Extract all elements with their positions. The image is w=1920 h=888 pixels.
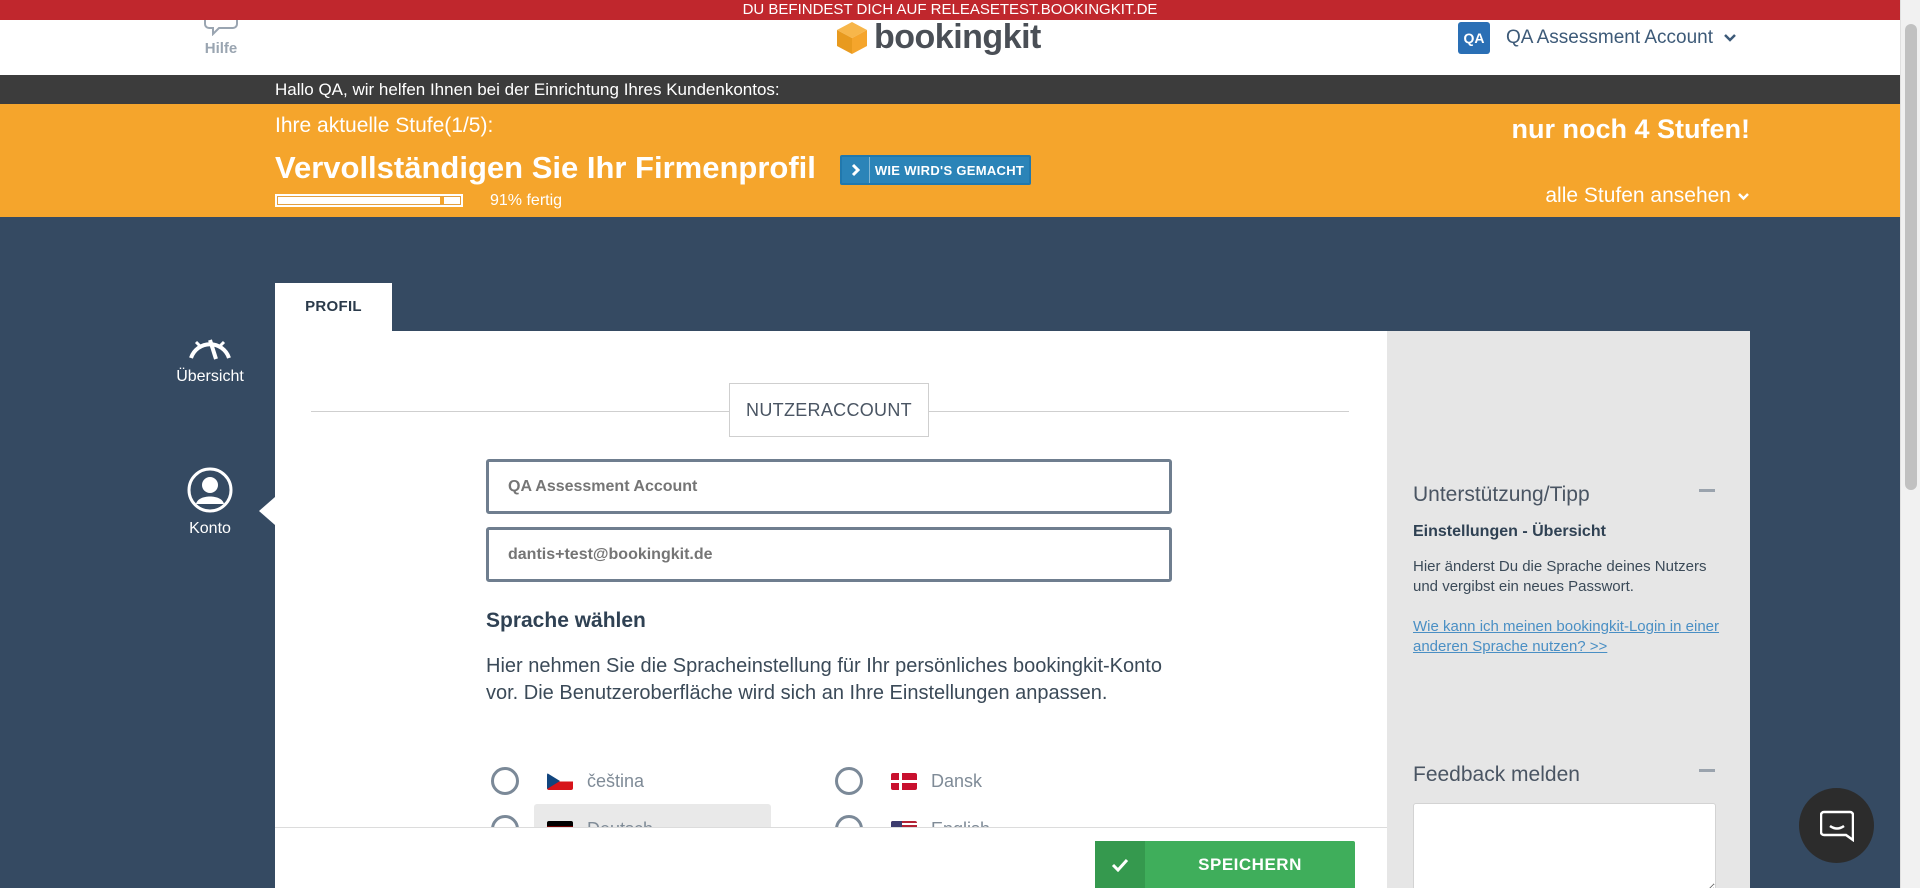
- user-circle-icon: [187, 467, 233, 513]
- progress-text: 91% fertig: [490, 192, 563, 209]
- section-title: NUTZERACCOUNT: [729, 383, 929, 437]
- speedometer-icon: [189, 339, 231, 360]
- chat-launcher-button[interactable]: [1799, 788, 1874, 863]
- cz-flag-icon: [547, 772, 573, 790]
- page-scrollbar[interactable]: [1900, 0, 1920, 888]
- help-label: Hilfe: [204, 40, 238, 57]
- feedback-title: Feedback melden: [1413, 763, 1580, 786]
- dk-flag-icon: [891, 772, 917, 790]
- tab-profile[interactable]: PROFIL: [275, 283, 392, 331]
- language-label: Dansk: [931, 770, 983, 791]
- onboarding-banner: Ihre aktuelle Stufe(1/5): Vervollständig…: [0, 104, 1900, 217]
- support-subtitle: Einstellungen - Übersicht: [1413, 523, 1606, 540]
- checkmark-icon: [1095, 841, 1145, 888]
- collapse-icon[interactable]: [1699, 489, 1715, 492]
- welcome-strip: Hallo QA, wir helfen Ihnen bei der Einri…: [0, 75, 1900, 104]
- stage-label: Ihre aktuelle Stufe(1/5):: [275, 114, 494, 137]
- progress-bar: [275, 194, 463, 207]
- language-heading: Sprache wählen: [486, 609, 646, 632]
- language-option-da[interactable]: Dansk: [835, 767, 982, 795]
- sidebar-item-overview[interactable]: Übersicht: [165, 328, 255, 386]
- chevron-down-icon: [1738, 192, 1749, 200]
- all-stages-link[interactable]: alle Stufen ansehen: [1545, 184, 1750, 208]
- sidebar-item-label: Übersicht: [176, 368, 244, 385]
- logo-text: bookingkit: [874, 18, 1041, 56]
- account-name-input[interactable]: [486, 459, 1172, 514]
- stage-title: Vervollständigen Sie Ihr Firmenprofil: [275, 150, 816, 185]
- radio-button[interactable]: [491, 767, 519, 795]
- remaining-stages: nur noch 4 Stufen!: [1511, 114, 1751, 144]
- save-label: SPEICHERN: [1198, 854, 1302, 874]
- support-help-link[interactable]: Wie kann ich meinen bookingkit-Login in …: [1413, 617, 1723, 657]
- language-option-cs[interactable]: čeština: [491, 767, 644, 795]
- collapse-icon[interactable]: [1699, 769, 1715, 772]
- account-avatar: QA: [1458, 22, 1490, 54]
- sidebar-item-account[interactable]: Konto: [165, 466, 255, 538]
- progress-fill: [278, 197, 444, 204]
- sidebar-item-label: Konto: [189, 520, 231, 537]
- account-name: QA Assessment Account: [1506, 27, 1713, 48]
- feedback-textarea[interactable]: [1413, 803, 1716, 888]
- scrollbar-thumb[interactable]: [1905, 24, 1917, 490]
- support-title: Unterstützung/Tipp: [1413, 483, 1590, 506]
- how-it-works-label: WIE WIRD'S GEMACHT: [874, 162, 1025, 178]
- all-stages-label: alle Stufen ansehen: [1545, 184, 1731, 207]
- environment-banner: DU BEFINDEST DICH AUF RELEASETEST.BOOKIN…: [0, 0, 1900, 20]
- active-indicator: [259, 497, 275, 525]
- how-it-works-button[interactable]: WIE WIRD'S GEMACHT: [840, 155, 1031, 185]
- account-menu[interactable]: QA QA Assessment Account: [1458, 22, 1737, 54]
- language-label: čeština: [587, 770, 645, 791]
- bookingkit-logo[interactable]: bookingkit: [836, 18, 1041, 57]
- language-description: Hier nehmen Sie die Spracheinstellung fü…: [486, 655, 1162, 704]
- chat-icon: [1819, 810, 1854, 842]
- support-panel: Unterstützung/Tipp Einstellungen - Übers…: [1387, 331, 1750, 888]
- profile-form-panel: NUTZERACCOUNT Sprache wählen Hier nehmen…: [275, 331, 1387, 888]
- box-logo-icon: [837, 21, 867, 54]
- chevron-right-icon: [842, 157, 870, 183]
- save-button[interactable]: SPEICHERN: [1095, 841, 1355, 888]
- support-text: Hier änderst Du die Sprache deines Nutze…: [1413, 558, 1707, 595]
- radio-button[interactable]: [835, 767, 863, 795]
- chevron-down-icon: [1724, 34, 1736, 42]
- email-input[interactable]: [486, 527, 1172, 582]
